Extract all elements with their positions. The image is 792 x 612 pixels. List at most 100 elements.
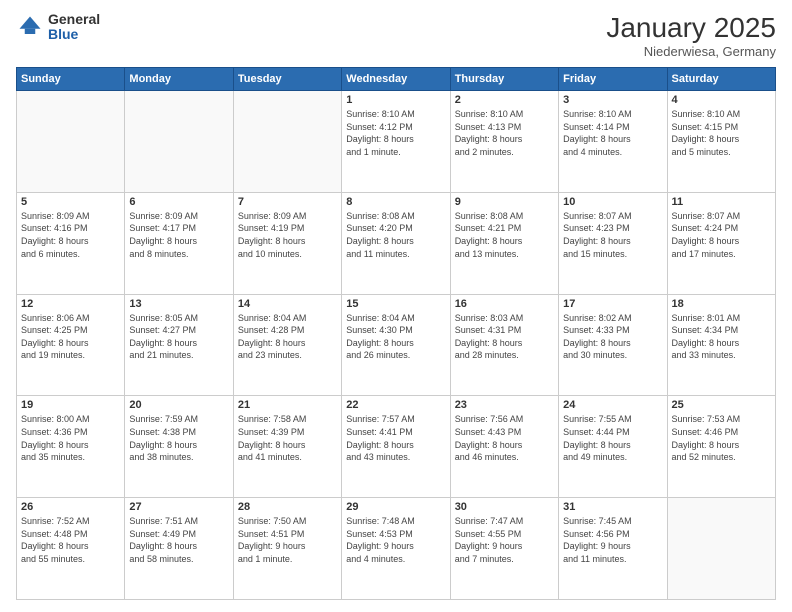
day-info: Sunrise: 7:50 AM Sunset: 4:51 PM Dayligh… (238, 515, 337, 565)
day-number: 12 (21, 298, 120, 310)
calendar-cell: 27 Sunrise: 7:51 AM Sunset: 4:49 PM Dayli… (125, 498, 233, 600)
day-info: Sunrise: 8:08 AM Sunset: 4:21 PM Dayligh… (455, 210, 554, 260)
day-number: 29 (346, 501, 445, 513)
logo-text: General Blue (48, 12, 100, 43)
day-info: Sunrise: 8:10 AM Sunset: 4:12 PM Dayligh… (346, 108, 445, 158)
day-number: 26 (21, 501, 120, 513)
day-info: Sunrise: 8:08 AM Sunset: 4:20 PM Dayligh… (346, 210, 445, 260)
calendar-cell: 24 Sunrise: 7:55 AM Sunset: 4:44 PM Dayli… (559, 396, 667, 498)
day-number: 6 (129, 196, 228, 208)
day-number: 2 (455, 94, 554, 106)
week-row-2: 12Sunrise: 8:06 AM Sunset: 4:25 PM Dayli… (17, 294, 776, 396)
day-number: 24 (563, 399, 662, 411)
day-number: 25 (672, 399, 771, 411)
calendar-cell: 4 Sunrise: 8:10 AM Sunset: 4:15 PM Daylig… (667, 91, 775, 193)
day-info: Sunrise: 7:55 AM Sunset: 4:44 PM Dayligh… (563, 413, 662, 463)
calendar-cell (667, 498, 775, 600)
calendar-cell: 22 Sunrise: 7:57 AM Sunset: 4:41 PM Dayli… (342, 396, 450, 498)
week-row-1: 5Sunrise: 8:09 AM Sunset: 4:16 PM Daylig… (17, 192, 776, 294)
month-title: January 2025 (606, 12, 776, 44)
day-info: Sunrise: 7:48 AM Sunset: 4:53 PM Dayligh… (346, 515, 445, 565)
day-number: 16 (455, 298, 554, 310)
day-info: Sunrise: 8:05 AM Sunset: 4:27 PM Dayligh… (129, 312, 228, 362)
day-number: 14 (238, 298, 337, 310)
day-number: 9 (455, 196, 554, 208)
day-info: Sunrise: 7:57 AM Sunset: 4:41 PM Dayligh… (346, 413, 445, 463)
calendar-cell: 3 Sunrise: 8:10 AM Sunset: 4:14 PM Daylig… (559, 91, 667, 193)
calendar-cell: 17 Sunrise: 8:02 AM Sunset: 4:33 PM Dayli… (559, 294, 667, 396)
location: Niederwiesa, Germany (606, 44, 776, 59)
day-number: 10 (563, 196, 662, 208)
day-info: Sunrise: 8:07 AM Sunset: 4:24 PM Dayligh… (672, 210, 771, 260)
calendar-cell: 19 Sunrise: 8:00 AM Sunset: 4:36 PM Dayli… (17, 396, 125, 498)
weekday-header-thursday: Thursday (450, 68, 558, 91)
title-block: January 2025 Niederwiesa, Germany (606, 12, 776, 59)
logo-blue-text: Blue (48, 27, 100, 42)
calendar-cell: 21 Sunrise: 7:58 AM Sunset: 4:39 PM Dayli… (233, 396, 341, 498)
day-info: Sunrise: 7:52 AM Sunset: 4:48 PM Dayligh… (21, 515, 120, 565)
day-info: Sunrise: 8:01 AM Sunset: 4:34 PM Dayligh… (672, 312, 771, 362)
day-info: Sunrise: 8:09 AM Sunset: 4:16 PM Dayligh… (21, 210, 120, 260)
day-number: 22 (346, 399, 445, 411)
logo-general-text: General (48, 12, 100, 27)
day-number: 18 (672, 298, 771, 310)
day-number: 8 (346, 196, 445, 208)
week-row-4: 26 Sunrise: 7:52 AM Sunset: 4:48 PM Dayli… (17, 498, 776, 600)
day-number: 4 (672, 94, 771, 106)
calendar-cell: 23Sunrise: 7:56 AM Sunset: 4:43 PM Dayli… (450, 396, 558, 498)
weekday-header-friday: Friday (559, 68, 667, 91)
calendar-cell: 7Sunrise: 8:09 AM Sunset: 4:19 PM Daylig… (233, 192, 341, 294)
weekday-header-saturday: Saturday (667, 68, 775, 91)
day-info: Sunrise: 8:03 AM Sunset: 4:31 PM Dayligh… (455, 312, 554, 362)
calendar-cell: 13 Sunrise: 8:05 AM Sunset: 4:27 PM Dayli… (125, 294, 233, 396)
calendar-cell (17, 91, 125, 193)
day-number: 1 (346, 94, 445, 106)
day-info: Sunrise: 7:58 AM Sunset: 4:39 PM Dayligh… (238, 413, 337, 463)
day-info: Sunrise: 8:04 AM Sunset: 4:30 PM Dayligh… (346, 312, 445, 362)
day-number: 11 (672, 196, 771, 208)
calendar-cell (233, 91, 341, 193)
day-number: 21 (238, 399, 337, 411)
calendar-cell: 18 Sunrise: 8:01 AM Sunset: 4:34 PM Dayli… (667, 294, 775, 396)
day-number: 13 (129, 298, 228, 310)
day-info: Sunrise: 7:51 AM Sunset: 4:49 PM Dayligh… (129, 515, 228, 565)
day-info: Sunrise: 7:56 AM Sunset: 4:43 PM Dayligh… (455, 413, 554, 463)
day-info: Sunrise: 8:04 AM Sunset: 4:28 PM Dayligh… (238, 312, 337, 362)
weekday-header-row: SundayMondayTuesdayWednesdayThursdayFrid… (17, 68, 776, 91)
day-number: 3 (563, 94, 662, 106)
calendar-cell: 31 Sunrise: 7:45 AM Sunset: 4:56 PM Dayli… (559, 498, 667, 600)
calendar-cell: 20 Sunrise: 7:59 AM Sunset: 4:38 PM Dayli… (125, 396, 233, 498)
calendar-cell: 30Sunrise: 7:47 AM Sunset: 4:55 PM Dayli… (450, 498, 558, 600)
day-number: 31 (563, 501, 662, 513)
calendar-cell: 28 Sunrise: 7:50 AM Sunset: 4:51 PM Dayli… (233, 498, 341, 600)
calendar-cell: 10Sunrise: 8:07 AM Sunset: 4:23 PM Dayli… (559, 192, 667, 294)
day-number: 30 (455, 501, 554, 513)
day-number: 15 (346, 298, 445, 310)
day-number: 28 (238, 501, 337, 513)
calendar-cell (125, 91, 233, 193)
day-info: Sunrise: 8:00 AM Sunset: 4:36 PM Dayligh… (21, 413, 120, 463)
day-number: 19 (21, 399, 120, 411)
calendar-cell: 5Sunrise: 8:09 AM Sunset: 4:16 PM Daylig… (17, 192, 125, 294)
page: General Blue January 2025 Niederwiesa, G… (0, 0, 792, 612)
calendar-cell: 25Sunrise: 7:53 AM Sunset: 4:46 PM Dayli… (667, 396, 775, 498)
calendar-cell: 11 Sunrise: 8:07 AM Sunset: 4:24 PM Dayli… (667, 192, 775, 294)
calendar-cell: 26 Sunrise: 7:52 AM Sunset: 4:48 PM Dayli… (17, 498, 125, 600)
weekday-header-tuesday: Tuesday (233, 68, 341, 91)
calendar-cell: 29 Sunrise: 7:48 AM Sunset: 4:53 PM Dayli… (342, 498, 450, 600)
calendar-cell: 16 Sunrise: 8:03 AM Sunset: 4:31 PM Dayli… (450, 294, 558, 396)
week-row-3: 19 Sunrise: 8:00 AM Sunset: 4:36 PM Dayli… (17, 396, 776, 498)
weekday-header-sunday: Sunday (17, 68, 125, 91)
day-number: 7 (238, 196, 337, 208)
day-info: Sunrise: 8:10 AM Sunset: 4:15 PM Dayligh… (672, 108, 771, 158)
day-info: Sunrise: 7:45 AM Sunset: 4:56 PM Dayligh… (563, 515, 662, 565)
day-number: 20 (129, 399, 228, 411)
day-number: 17 (563, 298, 662, 310)
day-info: Sunrise: 7:59 AM Sunset: 4:38 PM Dayligh… (129, 413, 228, 463)
calendar: SundayMondayTuesdayWednesdayThursdayFrid… (16, 67, 776, 600)
weekday-header-monday: Monday (125, 68, 233, 91)
day-number: 27 (129, 501, 228, 513)
day-info: Sunrise: 8:10 AM Sunset: 4:14 PM Dayligh… (563, 108, 662, 158)
day-info: Sunrise: 8:02 AM Sunset: 4:33 PM Dayligh… (563, 312, 662, 362)
day-info: Sunrise: 8:09 AM Sunset: 4:17 PM Dayligh… (129, 210, 228, 260)
